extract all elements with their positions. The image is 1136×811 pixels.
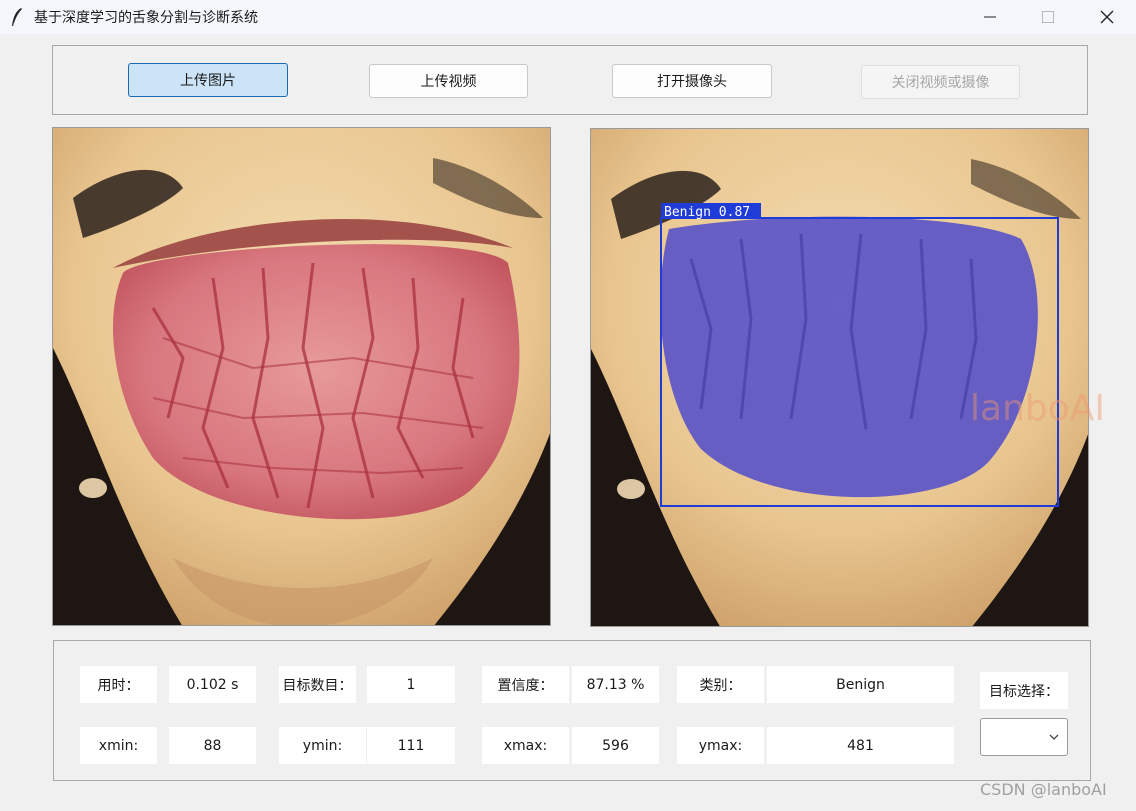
class-label: 类别： <box>677 666 764 703</box>
xmin-label: xmin: <box>80 727 157 764</box>
feather-icon <box>12 8 22 26</box>
xmax-value: 596 <box>572 727 659 764</box>
upload-image-button[interactable]: 上传图片 <box>128 63 288 97</box>
original-image-panel <box>52 127 551 626</box>
original-tongue-image <box>53 128 550 625</box>
chevron-down-icon <box>1049 734 1059 740</box>
watermark: lanboAI <box>970 388 1105 429</box>
open-camera-button[interactable]: 打开摄像头 <box>612 64 772 98</box>
time-value: 0.102 s <box>169 666 256 703</box>
time-label: 用时： <box>80 666 157 703</box>
ymin-label: ymin: <box>279 727 366 764</box>
close-video-camera-button[interactable]: 关闭视频或摄像 <box>861 65 1020 99</box>
title-bar: 基于深度学习的舌象分割与诊断系统 <box>0 0 1136 34</box>
minimize-button[interactable] <box>967 0 1013 34</box>
close-icon <box>1100 10 1114 24</box>
maximize-icon <box>1042 11 1054 23</box>
ymin-value: 111 <box>367 727 455 764</box>
detection-label: Benign 0.87 <box>664 205 750 220</box>
ymax-label: ymax: <box>677 727 764 764</box>
xmin-value: 88 <box>169 727 256 764</box>
target-select-label: 目标选择： <box>980 672 1068 709</box>
close-button[interactable] <box>1084 0 1130 34</box>
window-title: 基于深度学习的舌象分割与诊断系统 <box>34 10 258 26</box>
target-select-dropdown[interactable] <box>980 718 1068 756</box>
maximize-button[interactable] <box>1025 0 1071 34</box>
class-value: Benign <box>767 666 954 703</box>
result-image-panel: Benign 0.87 <box>590 128 1089 627</box>
upload-video-button[interactable]: 上传视频 <box>369 64 528 98</box>
csdn-watermark: CSDN @lanboAI <box>980 780 1107 799</box>
minimize-icon <box>984 16 996 18</box>
target-count-label: 目标数目： <box>279 666 356 703</box>
xmax-label: xmax: <box>482 727 569 764</box>
target-count-value: 1 <box>367 666 455 703</box>
ymax-value: 481 <box>767 727 954 764</box>
confidence-value: 87.13 % <box>572 666 659 703</box>
confidence-label: 置信度： <box>482 666 569 703</box>
segmented-tongue-image: Benign 0.87 <box>591 129 1088 626</box>
